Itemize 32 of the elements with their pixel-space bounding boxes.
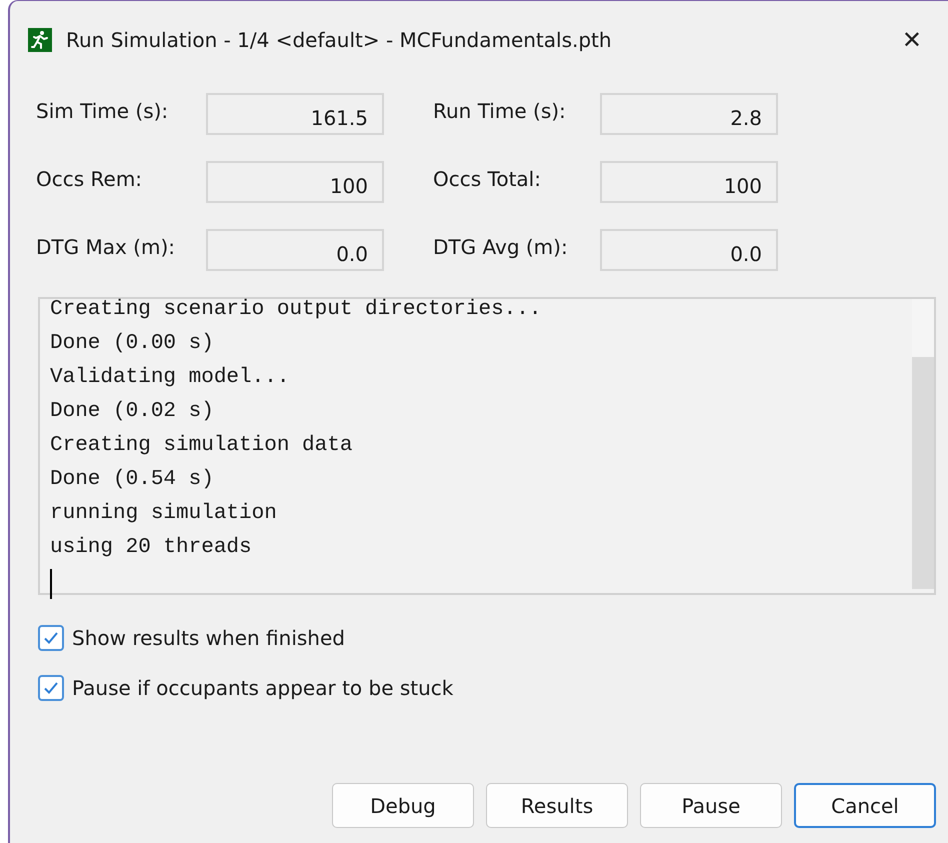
field-label: DTG Avg (m): [433, 234, 569, 261]
checkbox-label: Pause if occupants appear to be stuck [72, 675, 454, 702]
readout-field: 2.8 [600, 93, 778, 135]
running-man-icon [28, 28, 52, 52]
checkbox-label: Show results when finished [72, 625, 345, 652]
field-label: Sim Time (s): [36, 98, 170, 125]
field-label: Run Time (s): [433, 98, 567, 125]
log-line: Done (0.00 s) [50, 331, 215, 357]
field-label: Occs Rem: [36, 166, 144, 193]
readout-field: 0.0 [600, 229, 778, 271]
readout-field: 161.5 [206, 93, 384, 135]
text-cursor [50, 569, 52, 599]
log-line: using 20 threads [50, 535, 253, 561]
field-label: DTG Max (m): [36, 234, 176, 261]
readout-field: 100 [206, 161, 384, 203]
field-label: Occs Total: [433, 166, 542, 193]
dialog-button[interactable]: Pause [640, 783, 782, 828]
checkbox[interactable] [38, 625, 64, 651]
window-title: Run Simulation - 1/4 <default> - MCFundamentals.pth [66, 27, 613, 54]
log-line: Done (0.02 s) [50, 399, 215, 425]
dialog-button[interactable]: Debug [332, 783, 474, 828]
log-line: running simulation [50, 501, 278, 527]
log-line: Done (0.54 s) [50, 467, 215, 493]
log-line: Creating scenario output directories... [50, 297, 542, 323]
readout-field: 100 [600, 161, 778, 203]
log-line: Validating model... [50, 365, 290, 391]
log-line: Creating simulation data [50, 433, 354, 459]
readout-field: 0.0 [206, 229, 384, 271]
dialog-button[interactable]: Results [486, 783, 628, 828]
checkbox[interactable] [38, 675, 64, 701]
dialog-button[interactable]: Cancel [794, 783, 936, 828]
close-button[interactable]: ✕ [892, 22, 932, 58]
